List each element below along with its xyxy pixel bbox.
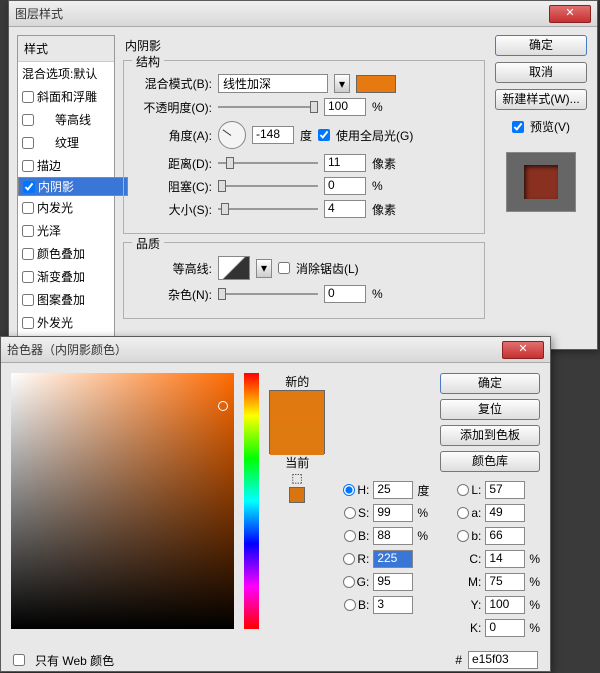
web-only-checkbox[interactable] (13, 654, 25, 666)
style-item-0[interactable]: 斜面和浮雕 (18, 85, 114, 108)
hue-slider[interactable] (244, 373, 260, 629)
new-color-swatch (270, 391, 324, 423)
cancel-button[interactable]: 取消 (495, 62, 587, 83)
shadow-color-swatch[interactable] (356, 75, 396, 93)
reset-button[interactable]: 复位 (440, 399, 540, 420)
color-libraries-button[interactable]: 颜色库 (440, 451, 540, 472)
r-input[interactable]: 225 (373, 550, 413, 568)
b-radio[interactable] (344, 530, 356, 542)
structure-group: 结构 混合模式(B): 线性加深 ▾ 不透明度(O): 100 % 角度(A):… (123, 60, 485, 234)
layer-style-dialog: 图层样式 ✕ 样式 混合选项:默认 斜面和浮雕等高线纹理描边内阴影内发光光泽颜色… (8, 0, 598, 350)
titlebar[interactable]: 图层样式 ✕ (9, 1, 597, 27)
lab-b-radio[interactable] (457, 530, 469, 542)
style-item-1[interactable]: 等高线 (18, 108, 114, 131)
antialias-checkbox[interactable] (278, 262, 290, 274)
new-color-label: 新的 (285, 373, 309, 390)
distance-slider[interactable] (218, 156, 318, 170)
blend-mode-select[interactable]: 线性加深 (218, 74, 328, 93)
chevron-down-icon[interactable]: ▾ (334, 74, 350, 93)
ok-button[interactable]: 确定 (440, 373, 540, 394)
style-item-2[interactable]: 纹理 (18, 131, 114, 154)
titlebar[interactable]: 拾色器（内阴影颜色） ✕ (1, 337, 550, 363)
preview-box (506, 152, 576, 212)
b2-radio[interactable] (344, 599, 356, 611)
style-checkbox[interactable] (22, 317, 34, 329)
style-checkbox[interactable] (22, 114, 34, 126)
h-radio[interactable] (343, 484, 355, 496)
style-checkbox[interactable] (22, 91, 34, 103)
style-item-8[interactable]: 渐变叠加 (18, 265, 114, 288)
l-input[interactable]: 57 (485, 481, 525, 499)
s-input[interactable]: 99 (373, 504, 413, 522)
contour-picker[interactable] (218, 256, 250, 280)
style-item-7[interactable]: 颜色叠加 (18, 242, 114, 265)
g-radio[interactable] (343, 576, 355, 588)
opacity-input[interactable]: 100 (324, 98, 366, 116)
k-input[interactable]: 0 (485, 619, 525, 637)
angle-input[interactable]: -148 (252, 126, 294, 144)
blend-mode-label: 混合模式(B): (134, 75, 212, 92)
style-checkbox[interactable] (22, 225, 34, 237)
y-input[interactable]: 100 (485, 596, 525, 614)
current-color-swatch (270, 423, 324, 455)
current-color-label: 当前 (285, 454, 309, 471)
choke-slider[interactable] (218, 179, 318, 193)
size-slider[interactable] (218, 202, 318, 216)
style-item-10[interactable]: 外发光 (18, 311, 114, 334)
style-checkbox[interactable] (22, 160, 34, 172)
b2-input[interactable]: 3 (373, 596, 413, 614)
close-icon[interactable]: ✕ (549, 5, 591, 23)
window-title: 图层样式 (15, 5, 549, 22)
blending-options-item[interactable]: 混合选项:默认 (18, 62, 114, 85)
a-input[interactable]: 49 (485, 504, 525, 522)
style-item-6[interactable]: 光泽 (18, 219, 114, 242)
lab-b-input[interactable]: 66 (485, 527, 525, 545)
b-input[interactable]: 88 (373, 527, 413, 545)
preview-checkbox[interactable] (512, 121, 524, 133)
close-icon[interactable]: ✕ (502, 341, 544, 359)
new-style-button[interactable]: 新建样式(W)... (495, 89, 587, 110)
size-input[interactable]: 4 (324, 200, 366, 218)
style-checkbox[interactable] (22, 137, 34, 149)
noise-input[interactable]: 0 (324, 285, 366, 303)
g-input[interactable]: 95 (373, 573, 413, 591)
style-checkbox[interactable] (22, 294, 34, 306)
style-item-9[interactable]: 图案叠加 (18, 288, 114, 311)
styles-header[interactable]: 样式 (18, 36, 114, 62)
h-input[interactable]: 25 (373, 481, 413, 499)
distance-input[interactable]: 11 (324, 154, 366, 172)
m-input[interactable]: 75 (485, 573, 525, 591)
choke-input[interactable]: 0 (324, 177, 366, 195)
hex-label: # (455, 653, 462, 667)
style-item-5[interactable]: 内发光 (18, 196, 114, 219)
cube-icon[interactable]: ⬚ (291, 471, 303, 483)
chevron-down-icon[interactable]: ▾ (256, 259, 272, 278)
style-checkbox[interactable] (22, 202, 34, 214)
ok-button[interactable]: 确定 (495, 35, 587, 56)
style-checkbox[interactable] (22, 248, 34, 260)
angle-dial[interactable] (218, 121, 246, 149)
l-radio[interactable] (457, 484, 469, 496)
noise-slider[interactable] (218, 287, 318, 301)
quality-group: 品质 等高线: ▾ 消除锯齿(L) 杂色(N): 0 % (123, 242, 485, 319)
r-radio[interactable] (343, 553, 355, 565)
effect-title: 内阴影 (125, 37, 485, 54)
add-swatch-button[interactable]: 添加到色板 (440, 425, 540, 446)
websafe-swatch[interactable] (289, 487, 305, 503)
style-item-3[interactable]: 描边 (18, 154, 114, 177)
color-picker-dialog: 拾色器（内阴影颜色） ✕ 新的 当前 ⬚ 确定 复位 添加到色板 颜色库 (0, 336, 551, 672)
a-radio[interactable] (457, 507, 469, 519)
c-input[interactable]: 14 (485, 550, 525, 568)
new-current-swatch[interactable] (269, 390, 325, 454)
style-item-4[interactable]: 内阴影 (18, 177, 128, 196)
use-global-light-checkbox[interactable] (318, 129, 330, 141)
style-checkbox[interactable] (23, 181, 35, 193)
hex-input[interactable]: e15f03 (468, 651, 538, 669)
saturation-brightness-field[interactable] (11, 373, 234, 629)
styles-list: 样式 混合选项:默认 斜面和浮雕等高线纹理描边内阴影内发光光泽颜色叠加渐变叠加图… (17, 35, 115, 358)
style-checkbox[interactable] (22, 271, 34, 283)
window-title: 拾色器（内阴影颜色） (7, 341, 502, 358)
s-radio[interactable] (344, 507, 356, 519)
opacity-slider[interactable] (218, 100, 318, 114)
